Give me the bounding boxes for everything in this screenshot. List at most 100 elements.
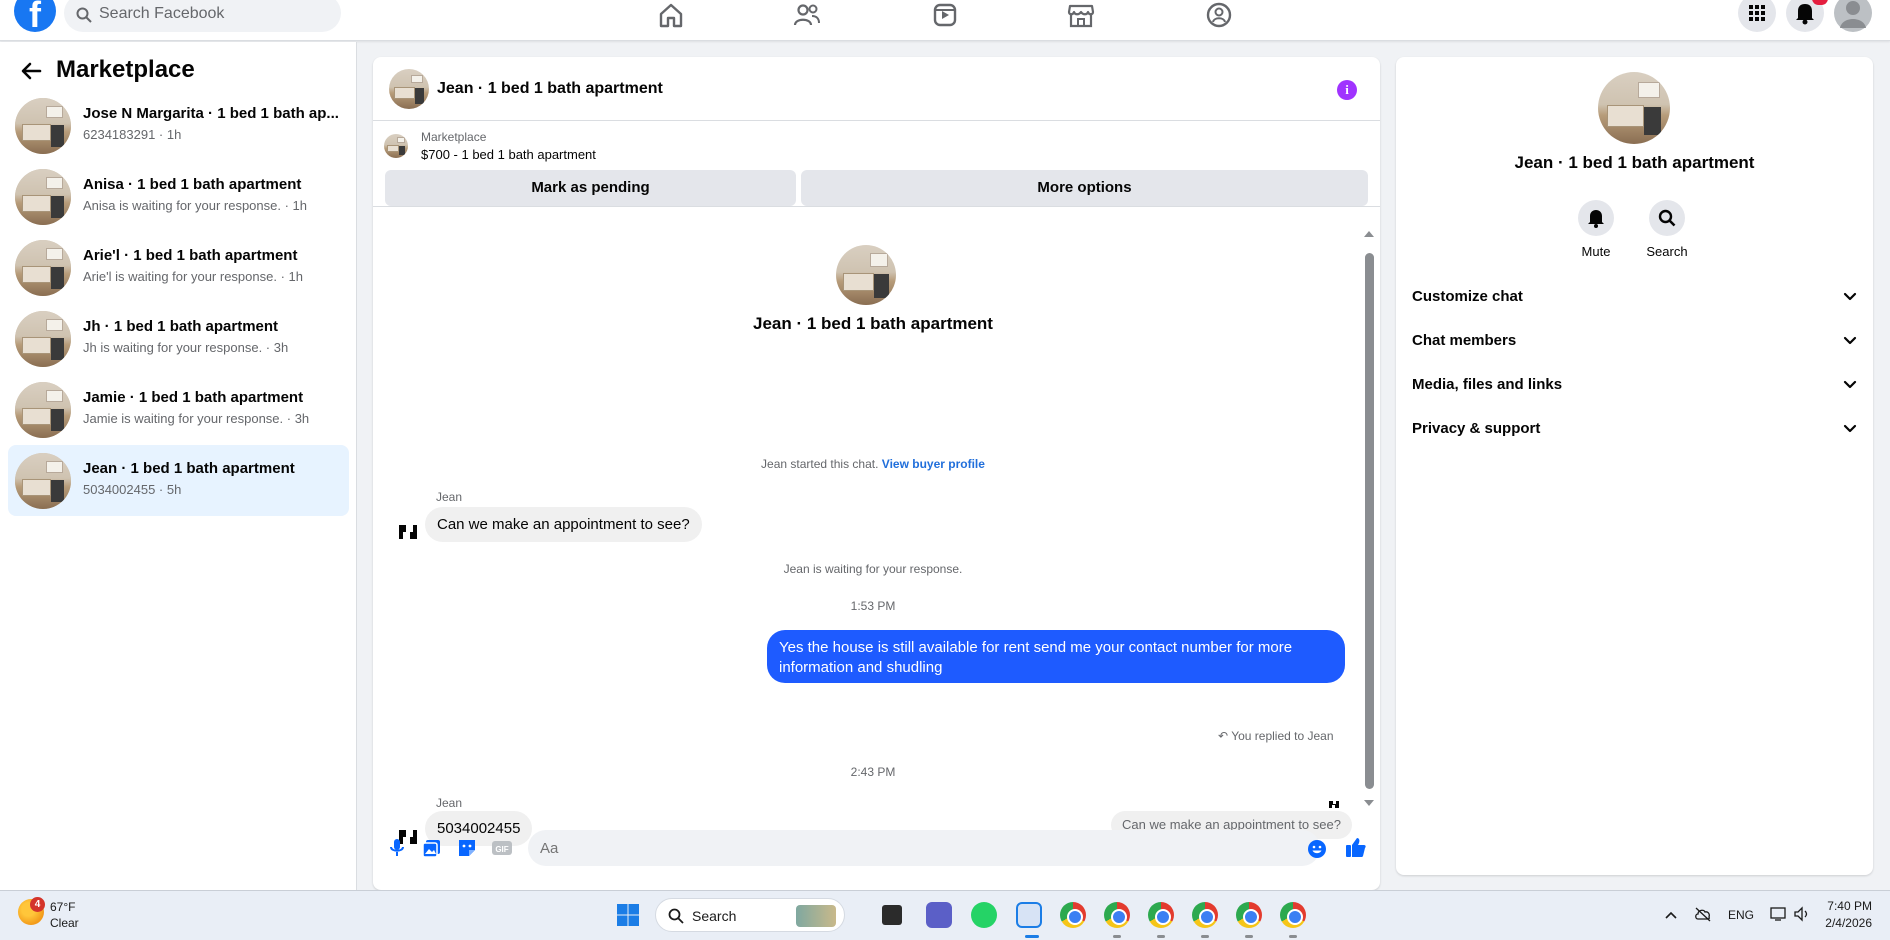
view-buyer-profile-link[interactable]: View buyer profile — [882, 457, 985, 471]
marketplace-icon[interactable] — [1066, 2, 1096, 28]
menu-grid-button[interactable] — [1738, 0, 1776, 32]
chrome-profile-icon-5[interactable] — [1280, 902, 1306, 928]
conversation-avatar — [15, 169, 71, 225]
clock-time[interactable]: 7:40 PM — [1822, 899, 1872, 913]
details-section-row[interactable]: Privacy & support — [1412, 411, 1857, 447]
seen-avatar-icon — [1329, 801, 1339, 808]
top-navigation-bar: f Search Facebook — [0, 0, 1890, 41]
sticker-icon[interactable] — [457, 838, 477, 858]
conversation-item[interactable]: Anisa · 1 bed 1 bath apartment Anisa is w… — [8, 161, 349, 232]
chrome-icon[interactable] — [1060, 902, 1086, 928]
tray-chevron-up-icon[interactable] — [1664, 910, 1678, 920]
search-facebook-input[interactable]: Search Facebook — [64, 0, 341, 32]
account-avatar[interactable] — [1834, 0, 1872, 32]
details-section-label: Chat members — [1412, 332, 1517, 349]
svg-text:GIF: GIF — [495, 845, 508, 854]
emoji-icon[interactable] — [1307, 839, 1327, 859]
message-composer: GIF — [373, 820, 1380, 890]
outgoing-message-bubble[interactable]: Yes the house is still available for ren… — [767, 630, 1345, 683]
chrome-profile-icon-4[interactable] — [1236, 902, 1262, 928]
whatsapp-icon[interactable] — [971, 902, 997, 928]
details-section-row[interactable]: Chat members — [1412, 323, 1857, 359]
microphone-icon[interactable] — [388, 838, 406, 858]
thread-profile-name: Jean · 1 bed 1 bath apartment — [753, 314, 993, 333]
teams-icon[interactable] — [926, 902, 952, 928]
facebook-logo[interactable]: f — [14, 0, 56, 35]
details-avatar[interactable] — [1598, 72, 1670, 144]
reply-indicator-text: You replied to Jean — [1231, 729, 1334, 743]
thumbs-up-icon[interactable] — [1345, 836, 1367, 858]
conversation-item[interactable]: Jamie · 1 bed 1 bath apartment Jamie is w… — [8, 374, 349, 445]
search-label: Search — [1646, 244, 1688, 259]
search-highlight-image — [796, 905, 836, 927]
chrome-profile-icon-3[interactable] — [1192, 902, 1218, 928]
more-options-button[interactable]: More options — [801, 170, 1368, 206]
message-sender-name-2: Jean — [436, 796, 463, 810]
groups-icon[interactable] — [1204, 2, 1234, 28]
search-in-chat-button[interactable] — [1649, 200, 1685, 236]
conversation-item[interactable]: Jh · 1 bed 1 bath apartment Jh is waiting… — [8, 303, 349, 374]
incoming-message-bubble[interactable]: Can we make an appointment to see? — [425, 507, 702, 542]
details-section-label: Customize chat — [1412, 288, 1523, 305]
timestamp: 1:53 PM — [850, 599, 896, 613]
conversation-item[interactable]: Jose N Margarita · 1 bed 1 bath ap... 623… — [8, 90, 349, 161]
mark-as-pending-button[interactable]: Mark as pending — [385, 170, 796, 206]
conversation-preview: 6234183291 · 1h — [83, 127, 182, 142]
scrollbar-thumb[interactable] — [1365, 253, 1374, 789]
app-running-indicator — [1113, 935, 1121, 938]
reply-arrow-icon: ↶ — [1218, 729, 1229, 743]
magnifier-icon — [1658, 209, 1676, 227]
windows-start-icon[interactable] — [616, 903, 640, 927]
listing-thumbnail[interactable] — [384, 134, 408, 158]
thread-avatar[interactable] — [836, 245, 896, 305]
sender-avatar-icon[interactable] — [394, 518, 422, 546]
chat-header-avatar[interactable] — [389, 69, 429, 109]
chat-panel: Jean · 1 bed 1 bath apartment i Marketpl… — [373, 57, 1380, 890]
volume-icon[interactable] — [1793, 906, 1811, 922]
message-sender-name: Jean — [436, 490, 463, 504]
video-icon[interactable] — [930, 2, 960, 28]
conversation-preview: 5034002455 · 5h — [83, 482, 182, 497]
cloud-offline-icon[interactable] — [1694, 906, 1712, 922]
back-arrow-icon[interactable] — [20, 62, 42, 80]
timestamp-2: 2:43 PM — [850, 765, 896, 779]
photo-icon[interactable] — [422, 838, 442, 858]
home-icon[interactable] — [656, 2, 686, 28]
task-view-icon[interactable] — [882, 905, 902, 925]
taskbar-search-icon — [668, 908, 684, 924]
mute-action[interactable]: Mute — [1566, 200, 1626, 259]
chevron-down-icon — [1843, 424, 1857, 433]
details-section-row[interactable]: Media, files and links — [1412, 367, 1857, 403]
language-indicator[interactable]: ENG — [1728, 908, 1754, 922]
conversation-item[interactable]: Jean · 1 bed 1 bath apartment 5034002455 … — [8, 445, 349, 516]
chat-started-notice: Jean started this chat. View buyer profi… — [373, 457, 1373, 471]
details-name: Jean · 1 bed 1 bath apartment — [1514, 153, 1755, 172]
clock-date[interactable]: 2/4/2026 — [1816, 916, 1872, 930]
taskbar-search-label: Search — [692, 908, 737, 924]
app-running-indicator — [1245, 935, 1253, 938]
details-section-row[interactable]: Customize chat — [1412, 279, 1857, 315]
sidebar-title: Marketplace — [56, 56, 195, 83]
mute-button[interactable] — [1578, 200, 1614, 236]
chrome-profile-icon-2[interactable] — [1148, 902, 1174, 928]
conversation-avatar — [15, 311, 71, 367]
friends-icon[interactable] — [792, 2, 822, 28]
snipping-tool-icon[interactable] — [1016, 902, 1042, 928]
search-placeholder: Search Facebook — [99, 5, 225, 22]
weather-condition[interactable]: Clear — [50, 916, 79, 930]
conversation-item[interactable]: Arie'l · 1 bed 1 bath apartment Arie'l is… — [8, 232, 349, 303]
message-input[interactable] — [528, 830, 1320, 866]
info-icon[interactable]: i — [1337, 80, 1357, 100]
taskbar-search[interactable]: Search — [655, 898, 845, 932]
details-section-label: Media, files and links — [1412, 376, 1563, 393]
weather-temperature[interactable]: 67°F — [50, 900, 75, 914]
chevron-down-icon — [1843, 380, 1857, 389]
search-action[interactable]: Search — [1637, 200, 1697, 259]
chevron-down-icon — [1843, 292, 1857, 301]
weather-badge: 4 — [30, 897, 45, 912]
listing-title[interactable]: $700 - 1 bed 1 bath apartment — [421, 147, 596, 162]
chrome-profile-icon-1[interactable] — [1104, 902, 1130, 928]
gif-icon[interactable]: GIF — [491, 839, 513, 857]
display-icon[interactable] — [1770, 906, 1790, 922]
chat-title[interactable]: Jean · 1 bed 1 bath apartment — [437, 80, 663, 98]
